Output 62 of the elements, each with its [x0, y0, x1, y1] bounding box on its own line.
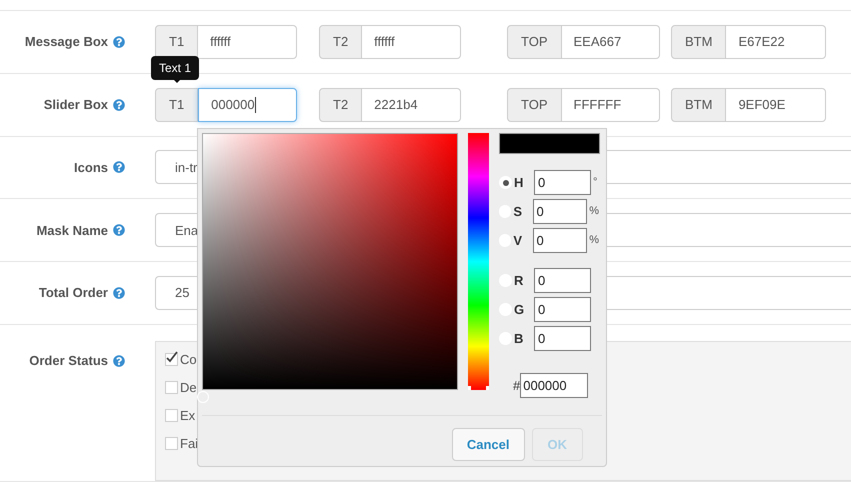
- checkbox[interactable]: [165, 353, 178, 366]
- channel-field[interactable]: 0: [534, 326, 591, 351]
- channel-label: B: [513, 330, 524, 348]
- unit-label: °: [592, 175, 598, 190]
- help-icon[interactable]: [113, 354, 125, 367]
- help-icon[interactable]: [113, 161, 125, 174]
- channel-label: R: [513, 272, 524, 290]
- field-label: Slider Box: [44, 96, 108, 114]
- channel-field[interactable]: 0: [534, 268, 591, 293]
- input-addon: BTM: [671, 24, 726, 59]
- hash-label: #: [513, 376, 520, 395]
- checkbox[interactable]: [165, 381, 178, 394]
- channel-label: S: [512, 202, 524, 221]
- channel-label: V: [512, 232, 524, 250]
- input-addon: T1: [155, 88, 198, 122]
- cancel-button[interactable]: Cancel: [452, 428, 524, 461]
- color-code-field[interactable]: 000000: [198, 88, 297, 122]
- field-label: Order Status: [29, 352, 108, 370]
- help-icon[interactable]: [113, 36, 125, 48]
- check-icon: [165, 350, 179, 364]
- input-addon: TOP: [507, 24, 562, 59]
- help-icon[interactable]: [113, 287, 125, 300]
- unit-label: %: [588, 233, 599, 248]
- channel-field[interactable]: 0: [534, 297, 591, 322]
- saturation-value-area[interactable]: [202, 133, 458, 390]
- input-addon: T2: [319, 88, 362, 122]
- checkbox-label: De: [180, 379, 197, 398]
- radio-button[interactable]: [499, 176, 512, 189]
- checkbox-label: Fai: [180, 435, 198, 454]
- color-code-field[interactable]: E67E22: [726, 24, 826, 59]
- color-code-field[interactable]: ffffff: [362, 24, 461, 59]
- channel-field[interactable]: 0: [534, 170, 591, 195]
- field-label: Total Order: [38, 284, 108, 302]
- input-addon: BTM: [671, 88, 726, 122]
- hue-handle[interactable]: [468, 386, 489, 390]
- unit-label: %: [588, 204, 599, 220]
- help-icon[interactable]: [113, 98, 125, 111]
- checkbox[interactable]: [165, 409, 178, 422]
- channel-label: G: [513, 300, 526, 319]
- hex-field[interactable]: 000000: [520, 373, 588, 398]
- channel-label: H: [513, 174, 524, 192]
- input-addon: TOP: [507, 88, 562, 122]
- color-code-field[interactable]: ffffff: [198, 24, 297, 59]
- hue-slider[interactable]: [468, 133, 489, 390]
- checkbox[interactable]: [165, 437, 178, 450]
- help-icon[interactable]: [113, 224, 125, 236]
- picker-handle[interactable]: [197, 391, 209, 403]
- color-code-field[interactable]: 2221b4: [362, 88, 461, 122]
- checkbox-label: Ex: [180, 407, 196, 426]
- input-addon: T1: [155, 24, 198, 59]
- channel-field[interactable]: 0: [532, 199, 588, 224]
- color-code-field[interactable]: 9EF09E: [726, 88, 826, 122]
- checkbox-label: Co: [180, 351, 197, 370]
- tooltip-arrow: [172, 78, 182, 83]
- input-addon: T2: [319, 24, 362, 59]
- field-label: Mask Name: [36, 222, 108, 240]
- channel-field[interactable]: 0: [532, 228, 588, 253]
- field-label: Message Box: [24, 33, 108, 52]
- color-code-field[interactable]: EEA667: [562, 24, 660, 59]
- field-label: Icons: [74, 158, 108, 177]
- tooltip: Text 1: [151, 56, 200, 80]
- color-code-field[interactable]: FFFFFF: [562, 88, 660, 122]
